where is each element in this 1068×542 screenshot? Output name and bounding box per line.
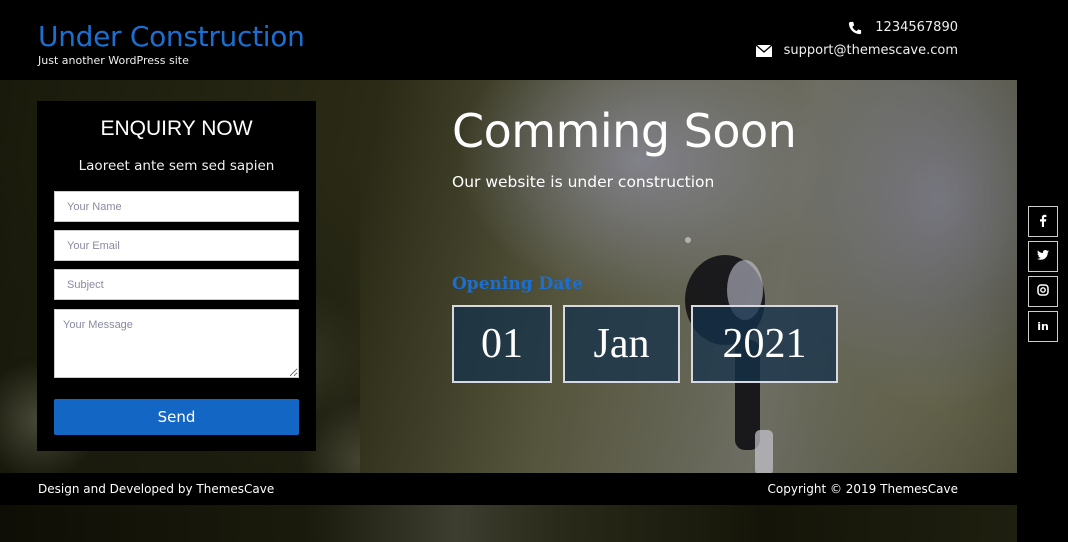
enquiry-title: ENQUIRY NOW bbox=[100, 117, 253, 140]
instagram-icon bbox=[1037, 284, 1049, 299]
linkedin-icon: in bbox=[1037, 320, 1049, 333]
envelope-icon bbox=[755, 44, 772, 58]
phone-number[interactable]: 1234567890 bbox=[875, 20, 958, 35]
email-address[interactable]: support@themescave.com bbox=[784, 43, 958, 58]
email-input[interactable] bbox=[54, 230, 299, 261]
opening-year: 2021 bbox=[691, 305, 838, 383]
opening-day: 01 bbox=[452, 305, 552, 383]
contact-email: support@themescave.com bbox=[755, 43, 958, 58]
bottom-background-strip bbox=[0, 505, 1017, 542]
subject-input[interactable] bbox=[54, 269, 299, 300]
phone-icon bbox=[847, 21, 863, 35]
contact-phone: 1234567890 bbox=[847, 20, 958, 35]
opening-month: Jan bbox=[563, 305, 680, 383]
site-footer: Design and Developed by ThemesCave Copyr… bbox=[0, 473, 1068, 505]
facebook-link[interactable] bbox=[1028, 206, 1058, 237]
site-header: Under Construction Just another WordPres… bbox=[0, 0, 1068, 80]
twitter-link[interactable] bbox=[1028, 241, 1058, 272]
twitter-icon bbox=[1037, 250, 1049, 263]
message-textarea[interactable] bbox=[54, 309, 299, 378]
send-button[interactable]: Send bbox=[54, 399, 299, 435]
opening-date-label: Opening Date bbox=[452, 274, 583, 294]
facebook-icon bbox=[1039, 214, 1047, 230]
site-tagline: Just another WordPress site bbox=[38, 54, 189, 67]
coming-soon-title: Comming Soon bbox=[452, 104, 797, 158]
footer-copyright: Copyright © 2019 ThemesCave bbox=[767, 482, 958, 496]
name-input[interactable] bbox=[54, 191, 299, 222]
enquiry-subtitle: Laoreet ante sem sed sapien bbox=[78, 158, 275, 174]
coming-soon-subtitle: Our website is under construction bbox=[452, 173, 715, 191]
linkedin-link[interactable]: in bbox=[1028, 311, 1058, 342]
site-title[interactable]: Under Construction bbox=[38, 20, 305, 54]
instagram-link[interactable] bbox=[1028, 276, 1058, 307]
footer-credits: Design and Developed by ThemesCave bbox=[38, 482, 275, 496]
enquiry-form-panel: ENQUIRY NOW Laoreet ante sem sed sapien … bbox=[37, 101, 316, 451]
